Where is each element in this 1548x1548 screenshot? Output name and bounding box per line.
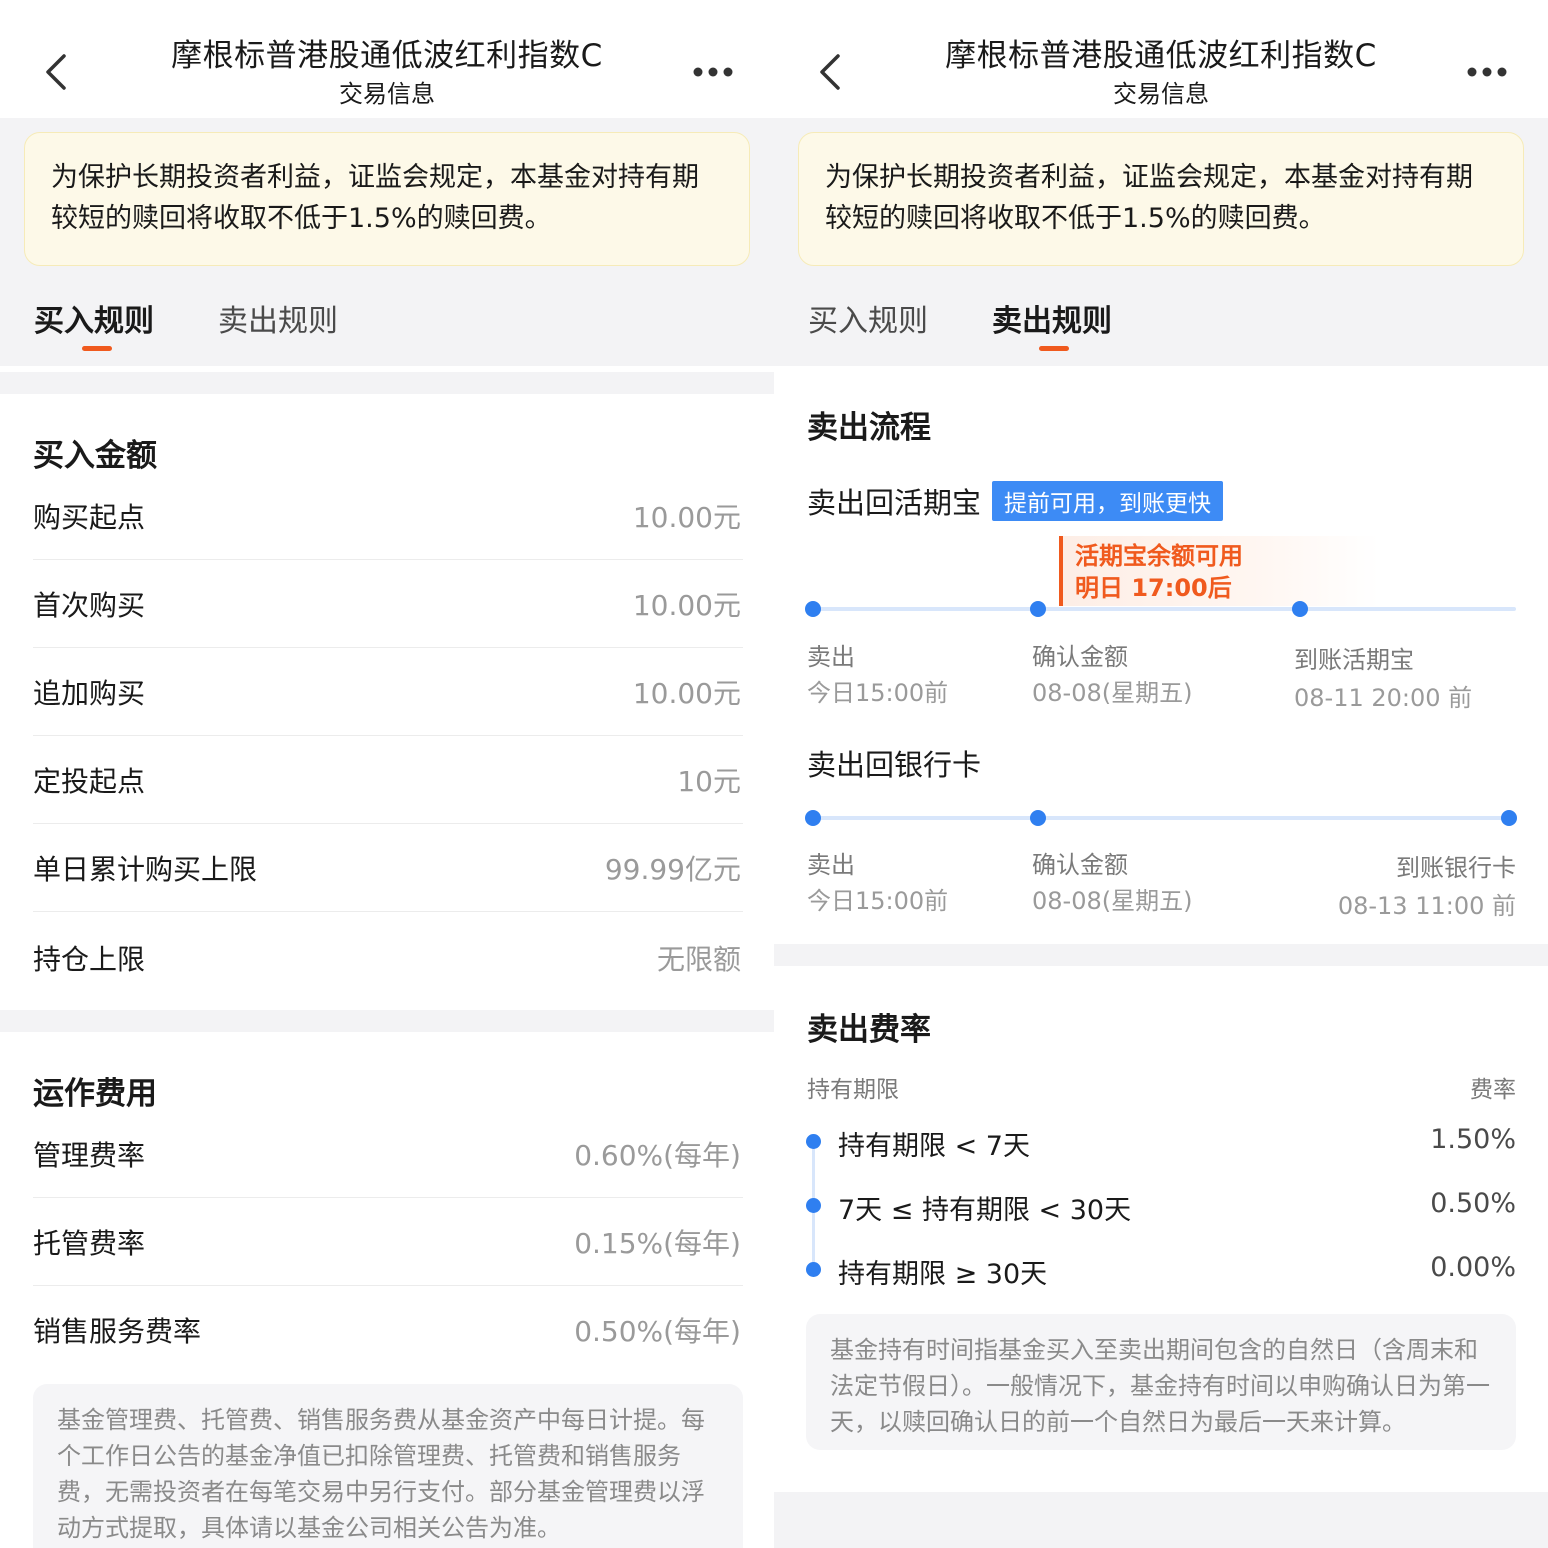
back-arrow-icon[interactable] <box>44 52 68 92</box>
buy-amount-title: 买入金额 <box>33 438 157 474</box>
holding-limit-row: 持仓上限 无限额 <box>33 914 743 1002</box>
step-date: 今日15:00前 <box>807 679 949 707</box>
fee-header-rate: 费率 <box>1470 1077 1516 1103</box>
fee-tier-dot <box>806 1262 821 1277</box>
holding-period-note: 基金持有时间指基金买入至卖出期间包含的自然日（含周末和法定节假日）。一般情况下，… <box>806 1314 1516 1450</box>
row-value: 无限额 <box>656 943 741 976</box>
sell-process-title: 卖出流程 <box>807 410 931 446</box>
timeline-track <box>814 607 1516 611</box>
tab-sell-rules[interactable]: 卖出规则 <box>218 296 338 340</box>
sell-to-huoqibao-title: 卖出回活期宝 <box>807 486 982 520</box>
sell-fee-title: 卖出费率 <box>807 1012 931 1048</box>
row-value: 0.15%(每年) <box>574 1226 741 1260</box>
additional-buy-row: 追加购买 10.00元 <box>33 648 743 736</box>
daily-limit-row: 单日累计购买上限 99.99亿元 <box>33 824 743 912</box>
buy-min-row: 购买起点 10.00元 <box>33 472 743 560</box>
row-label: 托管费率 <box>33 1226 146 1260</box>
step-date: 今日15:00前 <box>807 887 949 915</box>
row-value: 0.60%(每年) <box>574 1138 741 1172</box>
row-label: 定投起点 <box>33 764 146 798</box>
section-divider <box>774 944 1548 966</box>
highlight-line2: 明日 17:00后 <box>1075 574 1232 602</box>
first-buy-row: 首次购买 10.00元 <box>33 560 743 648</box>
step-label: 确认金额 <box>1032 643 1128 671</box>
operating-fee-title: 运作费用 <box>33 1076 157 1112</box>
header-zone: 为保护长期投资者利益，证监会规定，本基金对持有期较短的赎回将收取不低于1.5%的… <box>774 118 1548 366</box>
timeline-dot <box>1030 601 1046 617</box>
section-divider <box>774 1492 1548 1548</box>
header-zone: 为保护长期投资者利益，证监会规定，本基金对持有期较短的赎回将收取不低于1.5%的… <box>0 118 774 366</box>
step-label: 卖出 <box>807 851 855 879</box>
redemption-fee-notice: 为保护长期投资者利益，证监会规定，本基金对持有期较短的赎回将收取不低于1.5%的… <box>798 132 1524 266</box>
row-label: 首次购买 <box>33 588 146 622</box>
highlight-line1: 活期宝余额可用 <box>1075 542 1243 570</box>
nav-bar: 摩根标普港股通低波红利指数C 交易信息 <box>774 0 1548 118</box>
sales-service-fee-row: 销售服务费率 0.50%(每年) <box>33 1286 743 1374</box>
page-title: 摩根标普港股通低波红利指数C <box>171 38 603 74</box>
timeline-dot <box>805 601 821 617</box>
step-label: 到账活期宝 <box>1294 646 1414 674</box>
step-date: 08-13 11:00 前 <box>1337 892 1516 920</box>
row-label: 购买起点 <box>33 500 146 534</box>
redemption-fee-notice: 为保护长期投资者利益，证监会规定，本基金对持有期较短的赎回将收取不低于1.5%的… <box>24 132 750 266</box>
timeline-dot <box>805 810 821 826</box>
tab-buy-rules[interactable]: 买入规则 <box>34 296 154 340</box>
more-dots-icon[interactable] <box>1467 64 1507 80</box>
row-label: 持仓上限 <box>33 943 146 976</box>
row-value: 10.00元 <box>632 500 741 534</box>
row-value: 99.99亿元 <box>604 852 741 886</box>
fee-tier-dot <box>806 1134 821 1149</box>
page-subtitle: 交易信息 <box>1113 80 1209 108</box>
timeline-dot <box>1030 810 1046 826</box>
fee-tier-rate: 0.50% <box>1430 1188 1516 1219</box>
page-subtitle: 交易信息 <box>339 80 435 108</box>
row-label: 销售服务费率 <box>33 1315 202 1348</box>
step-date: 08-08(星期五) <box>1032 679 1193 707</box>
sell-rules-screen: 摩根标普港股通低波红利指数C 交易信息 为保护长期投资者利益，证监会规定，本基金… <box>774 0 1548 1548</box>
row-label: 单日累计购买上限 <box>33 852 258 886</box>
auto-invest-min-row: 定投起点 10元 <box>33 736 743 824</box>
fee-tier-label: 7天 ≤ 持有期限 < 30天 <box>838 1195 1132 1226</box>
active-tab-indicator <box>1039 346 1069 351</box>
step-label: 确认金额 <box>1032 851 1128 879</box>
timeline-track <box>814 816 1510 820</box>
step-label: 到账银行卡 <box>1396 854 1516 882</box>
management-fee-row: 管理费率 0.60%(每年) <box>33 1110 743 1198</box>
row-value: 10.00元 <box>632 588 741 622</box>
row-label: 管理费率 <box>33 1138 146 1172</box>
fee-tier-dot <box>806 1198 821 1213</box>
row-value: 10元 <box>677 764 741 798</box>
section-divider <box>0 372 774 394</box>
page-title: 摩根标普港股通低波红利指数C <box>945 38 1377 74</box>
custody-fee-row: 托管费率 0.15%(每年) <box>33 1198 743 1286</box>
back-arrow-icon[interactable] <box>818 52 842 92</box>
fee-tier-rate: 1.50% <box>1430 1124 1516 1155</box>
sell-to-bank-title: 卖出回银行卡 <box>807 748 982 782</box>
row-value: 0.50%(每年) <box>574 1315 741 1348</box>
fee-tier-rate: 0.00% <box>1430 1252 1516 1283</box>
nav-bar: 摩根标普港股通低波红利指数C 交易信息 <box>0 0 774 118</box>
fee-tier-label: 持有期限 ≥ 30天 <box>838 1259 1048 1290</box>
step-label: 卖出 <box>807 643 855 671</box>
active-tab-indicator <box>82 346 112 351</box>
step-date: 08-08(星期五) <box>1032 887 1193 915</box>
timeline-dot <box>1501 810 1517 826</box>
row-value: 10.00元 <box>632 676 741 710</box>
tab-sell-rules[interactable]: 卖出规则 <box>992 296 1112 340</box>
huoqibao-available-highlight: 活期宝余额可用 明日 17:00后 <box>1059 536 1379 606</box>
timeline-dot <box>1292 601 1308 617</box>
buy-rules-screen: 摩根标普港股通低波红利指数C 交易信息 为保护长期投资者利益，证监会规定，本基金… <box>0 0 774 1548</box>
section-divider <box>0 1010 774 1032</box>
rule-tabs: 买入规则 卖出规则 <box>774 284 1548 366</box>
more-dots-icon[interactable] <box>693 64 733 80</box>
rule-tabs: 买入规则 卖出规则 <box>0 284 774 366</box>
fee-explanation-note: 基金管理费、托管费、销售服务费从基金资产中每日计提。每个工作日公告的基金净值已扣… <box>33 1384 743 1548</box>
step-date: 08-11 20:00 前 <box>1294 684 1473 712</box>
fee-tier-label: 持有期限 < 7天 <box>838 1131 1030 1162</box>
fee-header-period: 持有期限 <box>807 1077 899 1103</box>
faster-arrival-tag: 提前可用，到账更快 <box>992 481 1223 521</box>
tab-buy-rules[interactable]: 买入规则 <box>808 296 928 340</box>
row-label: 追加购买 <box>33 676 146 710</box>
